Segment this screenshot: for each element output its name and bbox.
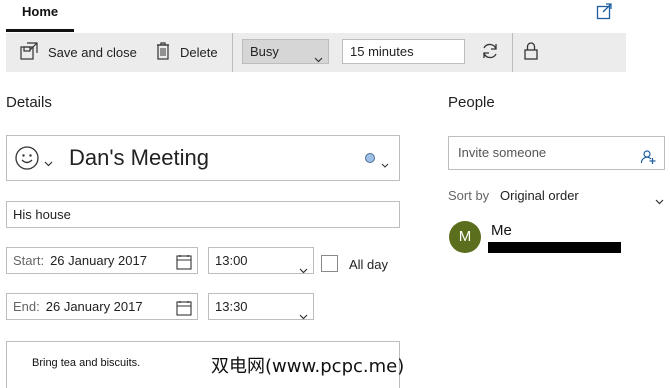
end-label: End: [13,299,40,314]
chevron-down-icon [299,303,308,328]
tab-underline [6,29,74,32]
sort-by-select[interactable]: Original order [500,188,579,203]
chevron-down-icon [299,257,308,282]
chevron-down-icon[interactable] [655,192,664,210]
reminder-input[interactable]: 15 minutes [342,39,465,64]
tab-home[interactable]: Home [22,4,58,19]
chevron-down-icon[interactable] [44,154,53,172]
invite-someone-input[interactable]: Invite someone [448,136,665,170]
start-date-value: 26 January 2017 [50,253,147,268]
watermark-text: 双电网(www.pcpc.me) [211,356,405,377]
delete-icon [154,41,180,64]
save-and-close-button[interactable]: Save and close [18,33,137,72]
invite-placeholder: Invite someone [458,145,547,160]
all-day-label: All day [349,257,389,272]
end-time-select[interactable]: 13:30 [208,293,314,320]
toolbar-divider [232,33,233,72]
popout-icon[interactable] [596,2,614,20]
details-heading: Details [6,94,52,111]
chevron-down-icon[interactable] [381,155,389,173]
delete-button[interactable]: Delete [154,33,218,72]
repeat-icon[interactable] [480,41,500,66]
chevron-down-icon [314,47,323,70]
all-day-checkbox[interactable] [321,255,338,272]
event-title-field[interactable]: Dan's Meeting [6,135,400,181]
attendee-name: Me [491,222,512,239]
start-time-value: 13:00 [215,253,248,268]
end-time-value: 13:30 [215,299,248,314]
toolbar-divider [512,33,513,72]
category-color-dot[interactable] [365,153,375,163]
calendar-icon[interactable] [176,299,192,324]
redacted-email-bar [488,242,621,253]
start-date-picker[interactable]: Start: 26 January 2017 [6,247,198,274]
sort-by-label: Sort by [448,188,490,203]
save-close-icon [18,40,48,65]
people-heading: People [448,94,495,111]
location-input[interactable]: His house [6,201,400,228]
add-person-icon[interactable] [640,145,656,177]
emoji-icon[interactable] [15,146,39,175]
show-as-value: Busy [250,44,279,59]
avatar: M [449,221,481,253]
start-label: Start: [13,253,45,268]
calendar-icon[interactable] [176,253,192,278]
delete-label: Delete [180,45,218,60]
notes-text: Bring tea and biscuits. [32,357,141,369]
lock-icon[interactable] [523,41,539,66]
start-time-select[interactable]: 13:00 [208,247,314,274]
end-date-value: 26 January 2017 [45,299,143,314]
end-date-picker[interactable]: End: 26 January 2017 [6,293,198,320]
save-and-close-label: Save and close [48,45,137,60]
show-as-select[interactable]: Busy [242,39,329,64]
event-title: Dan's Meeting [69,145,209,170]
